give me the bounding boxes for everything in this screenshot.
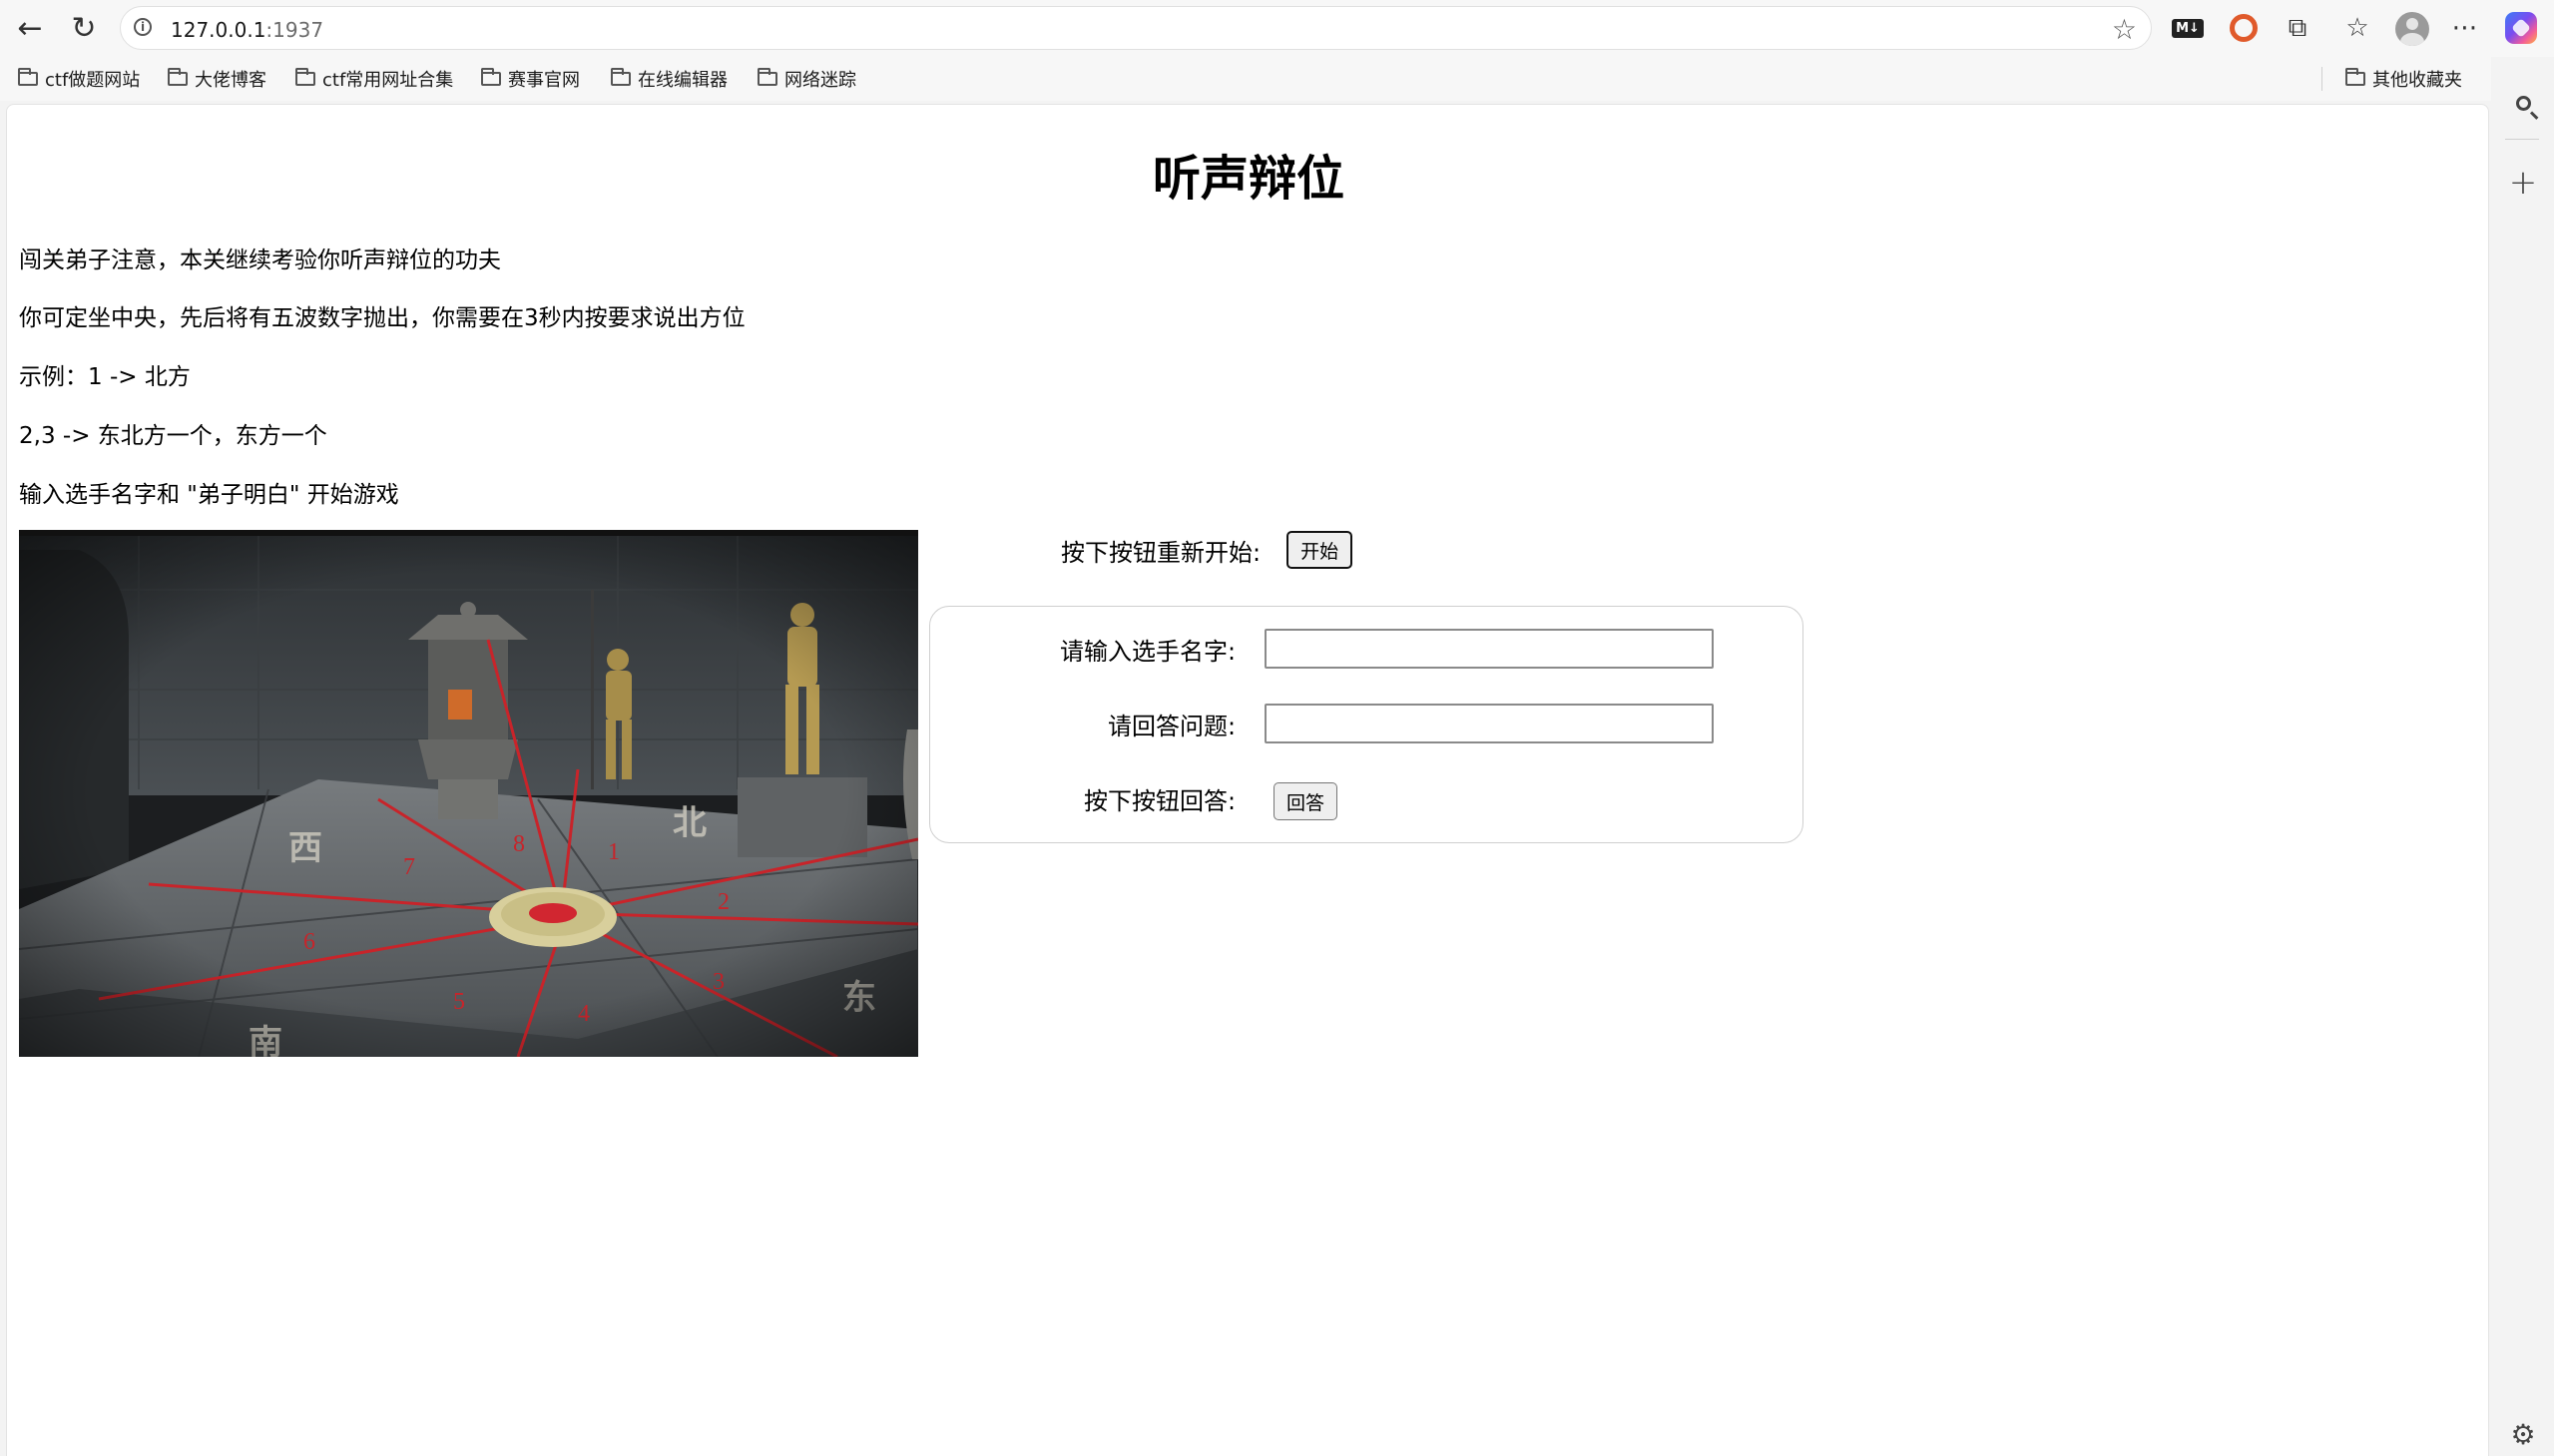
folder-icon [18, 68, 38, 86]
edge-sidebar: + ⚙ [2491, 57, 2554, 1456]
bookmark-ctf-sites[interactable]: ctf做题网站 [18, 67, 140, 91]
restart-row: 按下按钮重新开始: 开始 [1061, 530, 1353, 570]
answer-button-label: 按下按钮回答: [1084, 787, 1237, 815]
folder-icon [758, 68, 777, 86]
page-viewport: 听声辩位 闯关弟子注意，本关继续考验你听声辩位的功夫 你可定坐中央，先后将有五波… [6, 104, 2489, 1456]
bookmark-label: 在线编辑器 [638, 70, 728, 91]
answer-input[interactable] [1265, 704, 1714, 743]
answer-form-panel: 请输入选手名字: 请回答问题: 按下按钮回答: 回答 [929, 606, 1803, 843]
bookmark-label: ctf做题网站 [45, 70, 141, 91]
extensions-puzzle-icon[interactable]: ⧉ [2282, 12, 2313, 44]
rule-line-2: 你可定坐中央，先后将有五波数字抛出，你需要在3秒内按要求说出方位 [19, 305, 746, 331]
sidebar-settings-gear-icon[interactable]: ⚙ [2507, 1418, 2539, 1451]
rule-line-1: 闯关弟子注意，本关继续考验你听声辩位的功夫 [19, 247, 501, 273]
folder-icon [611, 68, 631, 86]
sidebar-add-icon[interactable]: + [2507, 163, 2539, 203]
copilot-icon[interactable] [2505, 12, 2537, 44]
bookmark-label: ctf常用网址合集 [322, 70, 454, 91]
rule-line-start-hint: 输入选手名字和 "弟子明白" 开始游戏 [19, 482, 399, 508]
answer-question-label: 请回答问题: [1108, 713, 1237, 740]
markdown-extension-icon[interactable]: M↓ [2172, 12, 2204, 44]
answer-button[interactable]: 回答 [1274, 782, 1338, 820]
bookmarks-divider [2321, 67, 2322, 91]
page-title: 听声辩位 [1152, 151, 1344, 207]
address-bar[interactable]: i 127.0.0.1:1937 ☆ [120, 6, 2152, 50]
folder-icon [168, 68, 188, 86]
bookmark-other-favorites[interactable]: 其他收藏夹 [2345, 67, 2462, 91]
site-info-icon[interactable]: i [134, 18, 152, 36]
player-name-label: 请输入选手名字: [1060, 638, 1237, 666]
folder-icon [295, 68, 315, 86]
sidebar-divider [2505, 139, 2539, 140]
folder-icon [481, 68, 501, 86]
browser-toolbar: ← ↻ i 127.0.0.1:1937 ☆ M↓ ⧉ ☆ ⋯ [0, 0, 2554, 57]
bookmark-online-editors[interactable]: 在线编辑器 [611, 67, 728, 91]
sidebar-search-icon[interactable] [2507, 87, 2539, 119]
restart-label: 按下按钮重新开始: [1061, 538, 1262, 567]
add-favorite-star-icon[interactable]: ☆ [2112, 13, 2137, 46]
bookmark-label: 网络迷踪 [784, 70, 856, 91]
rule-line-example-2: 2,3 -> 东北方一个，东方一个 [19, 423, 327, 449]
more-menu-icon[interactable]: ⋯ [2449, 12, 2481, 44]
url-text[interactable]: 127.0.0.1:1937 [171, 18, 323, 42]
reload-icon[interactable]: ↻ [64, 8, 104, 48]
bookmark-expert-blogs[interactable]: 大佬博客 [168, 67, 266, 91]
markdown-badge: M↓ [2172, 18, 2204, 38]
url-port: :1937 [265, 18, 324, 42]
sound-position-scene-image: 1 2 3 4 5 6 7 8 北 东 南 西 [19, 530, 918, 1057]
bookmark-ctf-links[interactable]: ctf常用网址合集 [295, 67, 453, 91]
bookmark-label: 赛事官网 [508, 70, 580, 91]
bookmark-contest-sites[interactable]: 赛事官网 [481, 67, 580, 91]
player-name-input[interactable] [1265, 629, 1714, 669]
url-host: 127.0.0.1 [171, 18, 266, 42]
back-arrow-icon[interactable]: ← [10, 8, 50, 48]
favorites-list-icon[interactable]: ☆ [2341, 12, 2373, 44]
bookmarks-bar: ctf做题网站 大佬博客 ctf常用网址合集 赛事官网 在线编辑器 网络迷踪 其… [0, 57, 2554, 101]
circle-extension-icon[interactable] [2228, 12, 2260, 44]
bookmark-label: 大佬博客 [195, 70, 266, 91]
bookmark-label: 其他收藏夹 [2372, 70, 2462, 91]
profile-avatar[interactable] [2395, 12, 2429, 46]
folder-icon [2345, 68, 2365, 86]
start-button[interactable]: 开始 [1286, 531, 1353, 569]
rule-line-example-1: 示例：1 -> 北方 [19, 364, 191, 390]
bookmark-osint[interactable]: 网络迷踪 [758, 67, 856, 91]
